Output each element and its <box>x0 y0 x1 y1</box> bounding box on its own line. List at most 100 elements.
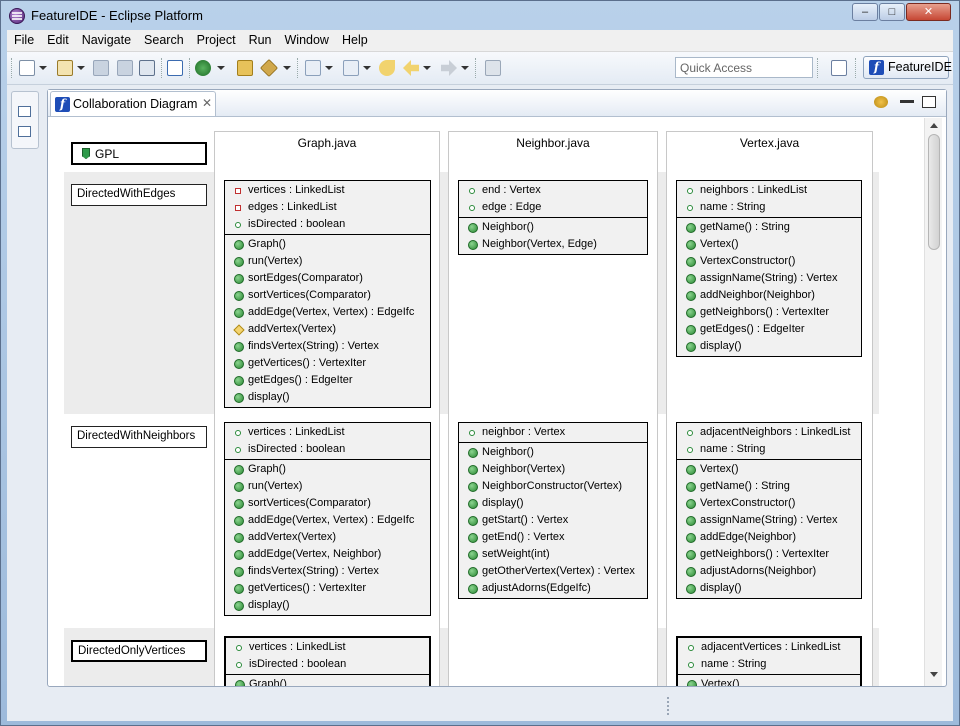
field-row[interactable]: name : String <box>677 441 861 458</box>
method-row[interactable]: getVertices() : VertexIter <box>225 355 430 372</box>
tab-collaboration-diagram[interactable]: f Collaboration Diagram ✕ <box>50 91 216 116</box>
method-row[interactable]: Vertex() <box>677 236 861 253</box>
method-row[interactable]: assignName(String) : Vertex <box>677 512 861 529</box>
perspective-featureide-button[interactable]: f FeatureIDE <box>863 56 952 79</box>
back-icon[interactable] <box>403 60 419 76</box>
forward-dropdown-icon[interactable] <box>461 66 469 70</box>
role-box-vertex[interactable]: neighbors : LinkedList name : String getNa… <box>676 180 862 357</box>
root-feature-box[interactable]: GPL <box>71 142 207 165</box>
wand-icon[interactable] <box>259 58 279 78</box>
field-row[interactable]: vertices : LinkedList <box>225 182 430 199</box>
minimize-button[interactable]: – <box>852 3 878 21</box>
field-row[interactable]: name : String <box>678 656 860 673</box>
class-column-title[interactable]: Neighbor.java <box>448 136 658 150</box>
menu-project[interactable]: Project <box>190 30 242 52</box>
method-row[interactable]: Neighbor(Vertex, Edge) <box>459 236 647 253</box>
collaboration-diagram-canvas[interactable]: Graph.java Neighbor.java Vertex.java GPL Dir… <box>49 118 923 686</box>
method-row[interactable]: display() <box>677 580 861 597</box>
scroll-up-icon[interactable] <box>930 123 938 128</box>
method-row[interactable]: addEdge(Vertex, Vertex) : EdgeIfc <box>225 304 430 321</box>
menu-edit[interactable]: Edit <box>40 30 75 52</box>
method-row[interactable]: run(Vertex) <box>225 253 430 270</box>
method-row[interactable]: display() <box>677 338 861 355</box>
role-box-neighbor[interactable]: neighbor : Vertex Neighbor() Neighbor(Vert… <box>458 422 648 599</box>
last-edit-icon[interactable] <box>379 60 395 76</box>
field-row[interactable]: isDirected : boolean <box>226 656 429 673</box>
method-row[interactable]: sortVertices(Comparator) <box>225 495 430 512</box>
wand-dropdown-icon[interactable] <box>283 66 291 70</box>
method-row[interactable]: adjustAdorns(Neighbor) <box>677 563 861 580</box>
method-row[interactable]: Graph() <box>225 236 430 253</box>
method-row[interactable]: Vertex() <box>677 461 861 478</box>
feature-label-directedwithneighbors[interactable]: DirectedWithNeighbors <box>71 426 207 448</box>
pin-icon[interactable] <box>485 60 501 76</box>
new-project-icon[interactable] <box>57 60 73 76</box>
restore-icon[interactable] <box>18 106 31 117</box>
role-box-vertex[interactable]: adjacentNeighbors : LinkedList name : Str… <box>676 422 862 599</box>
open-folder-icon[interactable] <box>237 60 253 76</box>
close-button[interactable]: ✕ <box>906 3 951 21</box>
field-row[interactable]: name : String <box>677 199 861 216</box>
open-perspective-icon[interactable] <box>831 60 847 76</box>
method-row[interactable]: adjustAdorns(EdgeIfc) <box>459 580 647 597</box>
field-row[interactable]: vertices : LinkedList <box>225 424 430 441</box>
method-row[interactable]: addVertex(Vertex) <box>225 529 430 546</box>
vertical-scrollbar[interactable] <box>924 118 942 686</box>
prev-annotation-dropdown-icon[interactable] <box>363 66 371 70</box>
method-row[interactable]: sortVertices(Comparator) <box>225 287 430 304</box>
method-row[interactable]: addNeighbor(Neighbor) <box>677 287 861 304</box>
method-row[interactable]: addEdge(Neighbor) <box>677 529 861 546</box>
method-row[interactable]: getVertices() : VertexIter <box>225 580 430 597</box>
method-row[interactable]: sortEdges(Comparator) <box>225 270 430 287</box>
method-row[interactable]: NeighborConstructor(Vertex) <box>459 478 647 495</box>
menu-file[interactable]: File <box>7 30 40 52</box>
field-row[interactable]: vertices : LinkedList <box>226 639 429 656</box>
method-row[interactable]: addEdge(Vertex, Neighbor) <box>225 546 430 563</box>
method-row[interactable]: Graph() <box>226 676 429 686</box>
scroll-down-icon[interactable] <box>930 672 938 677</box>
forward-icon[interactable] <box>441 60 457 76</box>
method-row[interactable]: display() <box>225 597 430 614</box>
minimize-view-icon[interactable] <box>900 100 914 103</box>
method-row[interactable]: VertexConstructor() <box>677 495 861 512</box>
sync-icon[interactable] <box>874 96 888 108</box>
field-row[interactable]: isDirected : boolean <box>225 441 430 458</box>
method-row[interactable]: display() <box>225 389 430 406</box>
method-row[interactable]: getEnd() : Vertex <box>459 529 647 546</box>
method-row[interactable]: getStart() : Vertex <box>459 512 647 529</box>
print-icon[interactable] <box>139 60 155 76</box>
method-row[interactable]: getEdges() : EdgeIter <box>225 372 430 389</box>
menu-navigate[interactable]: Navigate <box>75 30 137 52</box>
menu-run[interactable]: Run <box>242 30 278 52</box>
field-row[interactable]: adjacentNeighbors : LinkedList <box>677 424 861 441</box>
field-row[interactable]: edge : Edge <box>459 199 647 216</box>
class-column-title[interactable]: Vertex.java <box>666 136 873 150</box>
back-dropdown-icon[interactable] <box>423 66 431 70</box>
save-all-icon[interactable] <box>117 60 133 76</box>
role-box-graph[interactable]: vertices : LinkedList isDirected : boolea… <box>224 422 431 616</box>
menu-window[interactable]: Window <box>278 30 335 52</box>
method-row[interactable]: setWeight(int) <box>459 546 647 563</box>
field-row[interactable]: edges : LinkedList <box>225 199 430 216</box>
field-row[interactable]: neighbor : Vertex <box>459 424 647 441</box>
next-annotation-icon[interactable] <box>305 60 321 76</box>
field-row[interactable]: end : Vertex <box>459 182 647 199</box>
method-row[interactable]: getName() : String <box>677 478 861 495</box>
menu-help[interactable]: Help <box>335 30 374 52</box>
maximize-button[interactable]: □ <box>879 3 905 21</box>
role-box-neighbor[interactable]: end : Vertex edge : Edge Neighbor() Neighbo… <box>458 180 648 255</box>
run-icon[interactable] <box>195 60 211 76</box>
new-project-dropdown-icon[interactable] <box>77 66 85 70</box>
menu-search[interactable]: Search <box>137 30 190 52</box>
method-row[interactable]: Neighbor(Vertex) <box>459 461 647 478</box>
feature-label-directedwithedges[interactable]: DirectedWithEdges <box>71 184 207 206</box>
method-row[interactable]: getName() : String <box>677 219 861 236</box>
role-box-graph[interactable]: vertices : LinkedList isDirected : boolea… <box>224 636 431 686</box>
method-row[interactable]: Neighbor() <box>459 219 647 236</box>
open-file-icon[interactable] <box>167 60 183 76</box>
method-row[interactable]: display() <box>459 495 647 512</box>
close-tab-icon[interactable]: ✕ <box>202 96 212 110</box>
field-row[interactable]: adjacentVertices : LinkedList <box>678 639 860 656</box>
view-icon[interactable] <box>18 126 31 137</box>
prev-annotation-icon[interactable] <box>343 60 359 76</box>
